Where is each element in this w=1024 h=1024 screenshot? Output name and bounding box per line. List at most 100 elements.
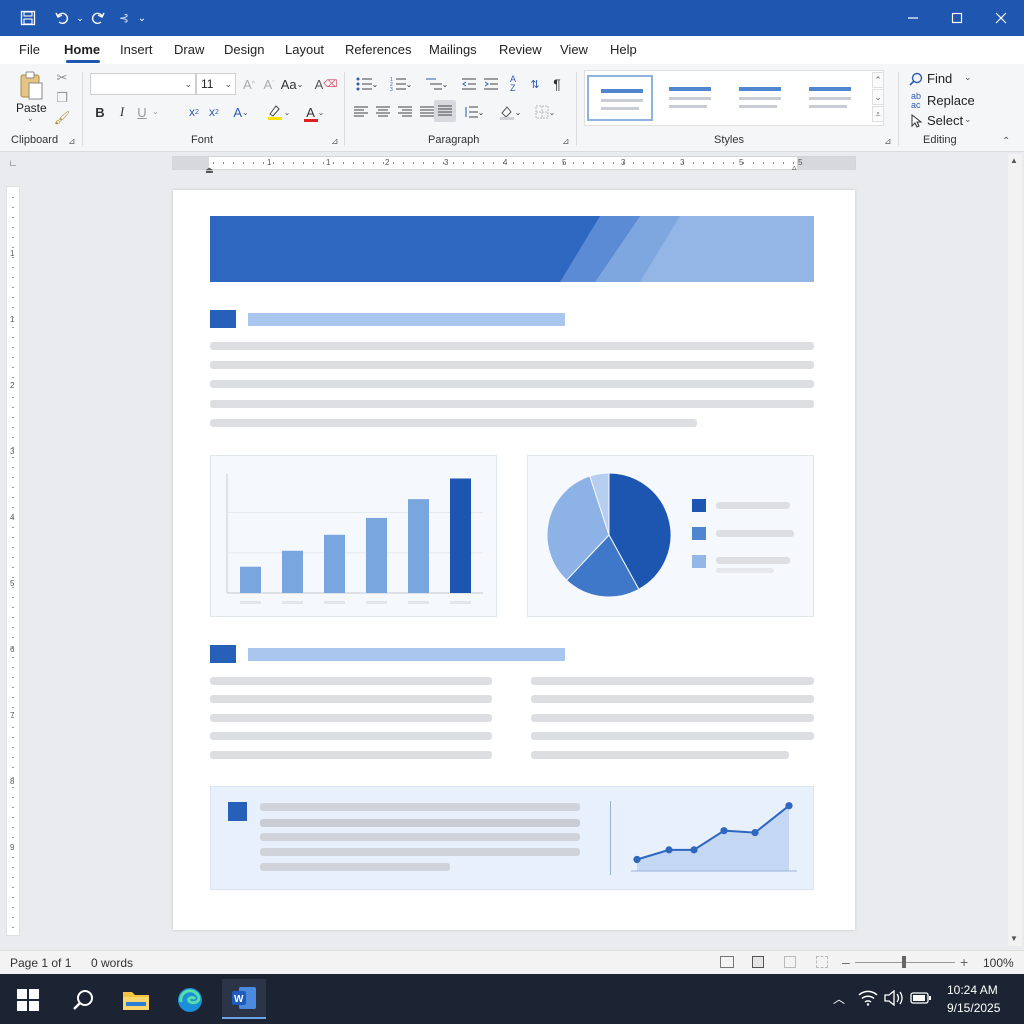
- select-cursor-icon[interactable]: [906, 112, 926, 130]
- tab-file[interactable]: File: [19, 42, 40, 57]
- zoom-out-icon[interactable]: –: [842, 954, 850, 970]
- touch-mode-icon[interactable]: ⊰: [114, 8, 134, 28]
- paste-dropdown-icon[interactable]: ⌄: [27, 114, 34, 123]
- chevron-up-icon[interactable]: ︿: [833, 990, 845, 1007]
- word-count[interactable]: 0 words: [91, 956, 133, 970]
- superscript-icon[interactable]: x2: [206, 102, 222, 122]
- align-left-icon[interactable]: [352, 102, 370, 122]
- tab-draw[interactable]: Draw: [174, 42, 204, 57]
- zoom-level[interactable]: 100%: [983, 956, 1014, 970]
- style-normal[interactable]: [587, 75, 653, 121]
- start-icon[interactable]: [10, 982, 46, 1018]
- print-layout-icon[interactable]: [752, 956, 764, 968]
- scroll-down-icon[interactable]: ▼: [1010, 934, 1018, 943]
- clock-time[interactable]: 10:24 AM: [947, 983, 998, 997]
- word-app-icon[interactable]: W: [222, 979, 266, 1019]
- underline-button[interactable]: U: [134, 102, 150, 122]
- redo-icon[interactable]: [88, 8, 108, 28]
- tab-review[interactable]: Review: [499, 42, 542, 57]
- horizontal-ruler[interactable]: 1 1 2 3 4 5 3 3 5 5 ⏏ ▵: [172, 156, 856, 175]
- zoom-in-icon[interactable]: +: [960, 954, 968, 970]
- wifi-icon[interactable]: [858, 990, 878, 1009]
- undo-icon[interactable]: [52, 8, 72, 28]
- font-color-icon[interactable]: A ⌄: [300, 102, 328, 122]
- copy-icon[interactable]: ❐: [54, 90, 70, 106]
- multilevel-list-icon[interactable]: ⌄: [422, 74, 452, 94]
- sort-icon[interactable]: AZ: [504, 74, 522, 94]
- tab-layout[interactable]: Layout: [285, 42, 324, 57]
- save-icon[interactable]: [18, 8, 38, 28]
- indent-marker-icon[interactable]: ⏏: [205, 165, 214, 176]
- grow-font-icon[interactable]: A ^: [240, 74, 258, 94]
- gallery-up-icon[interactable]: ⌃: [872, 72, 884, 88]
- change-case-icon[interactable]: Aa ⌄: [281, 74, 304, 94]
- gallery-more-icon[interactable]: ⩡: [872, 106, 884, 122]
- align-center-icon[interactable]: [374, 102, 392, 122]
- clipboard-launcher-icon[interactable]: ⊿: [68, 136, 76, 147]
- highlight-icon[interactable]: ⌄: [264, 102, 292, 122]
- styles-launcher-icon[interactable]: ⊿: [884, 136, 892, 147]
- paragraph-launcher-icon[interactable]: ⊿: [562, 136, 570, 147]
- numbering-icon[interactable]: 1 2 3 ⌄: [386, 74, 416, 94]
- replace-button[interactable]: Replace: [927, 93, 975, 108]
- bullets-icon[interactable]: ⌄: [352, 74, 382, 94]
- undo-dropdown-icon[interactable]: ⌄: [70, 8, 90, 28]
- tab-mailings[interactable]: Mailings: [429, 42, 477, 57]
- pie-chart-card[interactable]: [527, 455, 814, 617]
- document-page[interactable]: [173, 190, 855, 930]
- format-painter-icon[interactable]: 🖌: [54, 110, 71, 126]
- shading-icon[interactable]: ⌄: [496, 102, 524, 122]
- paste-button[interactable]: Paste: [16, 101, 47, 115]
- line-spacing-icon[interactable]: ⌄: [460, 102, 488, 122]
- tab-references[interactable]: References: [345, 42, 411, 57]
- tab-insert[interactable]: Insert: [120, 42, 153, 57]
- shrink-font-icon[interactable]: Aˇ: [260, 74, 278, 94]
- cut-icon[interactable]: ✂: [54, 70, 70, 86]
- find-button[interactable]: Find: [927, 71, 952, 86]
- italic-button[interactable]: I: [114, 102, 130, 122]
- tab-view[interactable]: View: [560, 42, 588, 57]
- vertical-scrollbar[interactable]: ▲ ▼: [1008, 154, 1022, 946]
- file-explorer-icon[interactable]: [118, 982, 154, 1018]
- right-indent-marker-icon[interactable]: ▵: [792, 162, 797, 173]
- increase-indent-icon[interactable]: [482, 74, 500, 94]
- subscript-icon[interactable]: x2: [186, 102, 202, 122]
- decrease-indent-icon[interactable]: [460, 74, 478, 94]
- font-launcher-icon[interactable]: ⊿: [331, 136, 339, 147]
- maximize-icon[interactable]: [940, 6, 974, 30]
- tab-home[interactable]: Home: [64, 42, 100, 57]
- edge-icon[interactable]: [172, 982, 208, 1018]
- search-icon[interactable]: [906, 70, 926, 88]
- bar-chart-card[interactable]: [210, 455, 497, 617]
- select-button[interactable]: Select: [927, 113, 963, 128]
- select-dropdown-icon[interactable]: ⌄: [964, 114, 972, 125]
- tab-design[interactable]: Design: [224, 42, 264, 57]
- page-count[interactable]: Page 1 of 1: [10, 956, 71, 970]
- style-no-spacing[interactable]: [657, 75, 723, 121]
- battery-icon[interactable]: [910, 991, 932, 1008]
- tab-selector-icon[interactable]: ∟: [6, 156, 20, 170]
- text-effects-icon[interactable]: A ⌄: [230, 102, 252, 122]
- close-icon[interactable]: [984, 6, 1018, 30]
- align-right-icon[interactable]: [396, 102, 414, 122]
- tab-help[interactable]: Help: [610, 42, 637, 57]
- customize-icon[interactable]: ⌄: [132, 8, 152, 28]
- style-heading-1[interactable]: [727, 75, 793, 121]
- distributed-icon[interactable]: [434, 100, 456, 122]
- collapse-ribbon-icon[interactable]: ⌃: [1002, 136, 1010, 147]
- clear-formatting-icon[interactable]: A ⌫: [315, 74, 338, 94]
- find-dropdown-icon[interactable]: ⌄: [964, 72, 972, 83]
- clock-date[interactable]: 9/15/2025: [947, 1001, 1000, 1015]
- sort-arrow-icon[interactable]: ⇅: [526, 74, 544, 94]
- zoom-slider-thumb[interactable]: [902, 956, 906, 968]
- web-layout-icon[interactable]: [784, 956, 796, 968]
- borders-icon[interactable]: ⌄: [530, 102, 560, 122]
- font-size-combo[interactable]: 11 ⌄: [196, 73, 236, 95]
- style-heading-2[interactable]: [797, 75, 863, 121]
- read-mode-icon[interactable]: [720, 956, 734, 968]
- volume-icon[interactable]: [884, 989, 904, 1009]
- minimize-icon[interactable]: [896, 6, 930, 30]
- callout-box[interactable]: [210, 786, 814, 890]
- scroll-up-icon[interactable]: ▲: [1010, 156, 1018, 165]
- bold-button[interactable]: B: [92, 102, 108, 122]
